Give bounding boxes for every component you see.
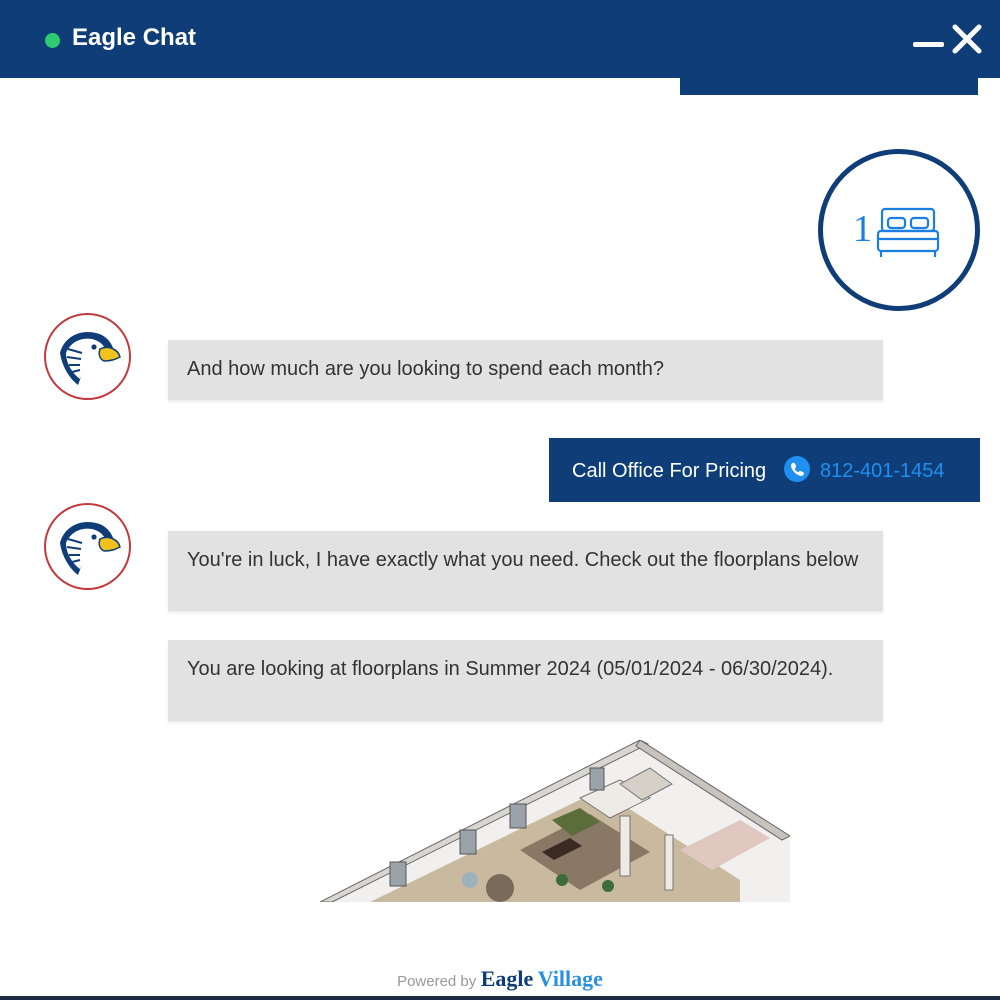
floorplan-image[interactable] (320, 740, 790, 902)
minimize-icon (913, 42, 944, 47)
phone-number-link[interactable]: 812-401-1454 (820, 460, 945, 483)
powered-by-footer: Powered by Eagle Village (0, 966, 1000, 992)
window-bottom-border (0, 996, 1000, 1000)
chat-header: Eagle Chat (0, 0, 1000, 78)
eagle-icon (60, 521, 121, 575)
bot-message: You are looking at floorplans in Summer … (168, 640, 883, 721)
bedroom-selection-bubble[interactable]: 1 (818, 149, 980, 311)
user-reply-label: Call Office For Pricing (572, 460, 767, 482)
online-status-dot (45, 33, 60, 48)
close-button[interactable] (950, 22, 984, 58)
chat-title: Eagle Chat (72, 24, 197, 51)
powered-by-label: Powered by (397, 973, 477, 990)
minimize-button[interactable] (910, 22, 946, 58)
bedroom-count: 1 (853, 208, 872, 250)
bot-message: You're in luck, I have exactly what you … (168, 531, 883, 611)
close-icon (952, 24, 982, 54)
previous-message-edge (680, 78, 978, 95)
phone-icon (784, 456, 810, 482)
brand-name-village: Village (537, 966, 603, 991)
brand-name-eagle: Eagle (480, 966, 534, 991)
bot-avatar (44, 503, 131, 590)
bed-icon (876, 207, 940, 257)
bot-avatar (44, 313, 131, 400)
eagle-icon (60, 331, 121, 385)
bot-message: And how much are you looking to spend ea… (168, 340, 883, 400)
user-reply: Call Office For Pricing 812-401-1454 (549, 438, 980, 502)
